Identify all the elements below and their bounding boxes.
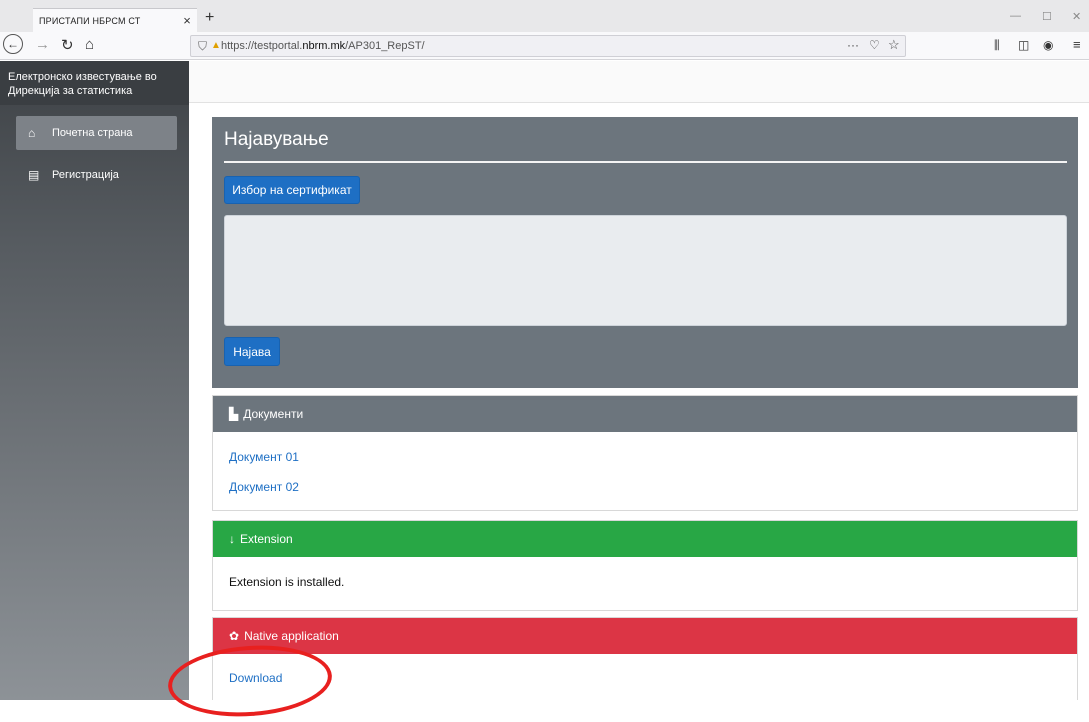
native-application-card: ✿ Native application Download bbox=[212, 617, 1078, 700]
lock-warning-icon[interactable]: ▲ bbox=[211, 40, 221, 51]
home-icon[interactable]: ⌂ bbox=[85, 36, 94, 53]
sidebar-item-home[interactable]: ⌂ Почетна страна bbox=[16, 116, 177, 150]
tab-close-icon[interactable]: × bbox=[183, 13, 191, 28]
minimize-icon[interactable]: — bbox=[1010, 10, 1021, 22]
document-link-01[interactable]: Документ 01 bbox=[229, 450, 299, 464]
table-icon: ▤ bbox=[28, 168, 40, 182]
back-icon[interactable]: ← bbox=[3, 34, 23, 54]
documents-card: ▙ Документи Документ 01 Документ 02 bbox=[212, 395, 1078, 511]
url-domain: nbrm.mk bbox=[302, 40, 346, 52]
reload-icon[interactable]: ↻ bbox=[61, 36, 74, 54]
page-actions-icon[interactable]: ··· bbox=[847, 38, 859, 52]
library-icon[interactable]: ⫼ bbox=[994, 38, 1000, 53]
extension-card-header: ↓ Extension bbox=[213, 521, 1077, 557]
annotation-circle bbox=[165, 640, 335, 722]
native-header-label: Native application bbox=[244, 629, 339, 643]
extension-status: Extension is installed. bbox=[229, 575, 345, 589]
browser-tab[interactable]: ПРИСТАПИ НБРСМ СТ × bbox=[33, 8, 197, 32]
bookmark-star-icon[interactable]: ☆ bbox=[888, 37, 900, 53]
extension-header-label: Extension bbox=[240, 532, 293, 546]
menu-icon[interactable]: ≡ bbox=[1073, 37, 1081, 52]
login-panel: Најавување Избор на сертификат Најава bbox=[212, 117, 1078, 388]
account-icon[interactable]: ◉ bbox=[1043, 38, 1053, 52]
title-divider bbox=[224, 161, 1067, 163]
window-close-icon[interactable]: ✕ bbox=[1072, 10, 1081, 23]
url-bar[interactable]: ⛉ ▲ https://testportal. nbrm.mk/AP301_Rep… bbox=[190, 35, 906, 57]
documents-card-header: ▙ Документи bbox=[213, 396, 1077, 432]
spinner-icon: ✿ bbox=[229, 629, 240, 643]
browser-tab-bar: ПРИСТАПИ НБРСМ СТ × + — ☐ ✕ bbox=[0, 0, 1089, 32]
arrow-down-icon: ↓ bbox=[229, 532, 235, 546]
sidebar-title: Електронско известување во Дирекција за … bbox=[0, 61, 189, 105]
select-certificate-button[interactable]: Избор на сертификат bbox=[224, 176, 360, 204]
top-bar bbox=[189, 61, 1089, 103]
browser-nav-bar: ← → ↻ ⌂ ⛉ ▲ https://testportal. nbrm.mk/A… bbox=[0, 32, 1089, 60]
url-prefix: https://testportal. bbox=[221, 40, 303, 52]
documents-header-label: Документи bbox=[243, 407, 304, 421]
document-link-02[interactable]: Документ 02 bbox=[229, 480, 299, 494]
sidebar: Електронско известување во Дирекција за … bbox=[0, 61, 189, 700]
native-card-header: ✿ Native application bbox=[213, 618, 1077, 654]
sidebar-icon[interactable]: ◫ bbox=[1018, 38, 1029, 52]
maximize-icon[interactable]: ☐ bbox=[1042, 10, 1052, 23]
new-tab-icon[interactable]: + bbox=[205, 9, 214, 27]
shield-icon[interactable]: ⛉ bbox=[198, 39, 207, 54]
forward-icon[interactable]: → bbox=[35, 36, 50, 53]
url-path: /AP301_RepST/ bbox=[345, 40, 425, 52]
sidebar-item-label: Регистрација bbox=[52, 169, 119, 181]
pocket-icon[interactable]: ♡ bbox=[869, 38, 880, 52]
home-icon: ⌂ bbox=[28, 126, 36, 140]
certificate-textarea[interactable] bbox=[224, 215, 1067, 326]
book-icon: ▙ bbox=[229, 407, 239, 421]
sidebar-item-registration[interactable]: ▤ Регистрација bbox=[16, 158, 177, 192]
sidebar-item-label: Почетна страна bbox=[52, 127, 133, 139]
tab-title: ПРИСТАПИ НБРСМ СТ bbox=[39, 15, 141, 26]
login-button[interactable]: Најава bbox=[224, 337, 280, 366]
extension-card: ↓ Extension Extension is installed. bbox=[212, 520, 1078, 611]
page-title: Најавување bbox=[224, 129, 329, 150]
